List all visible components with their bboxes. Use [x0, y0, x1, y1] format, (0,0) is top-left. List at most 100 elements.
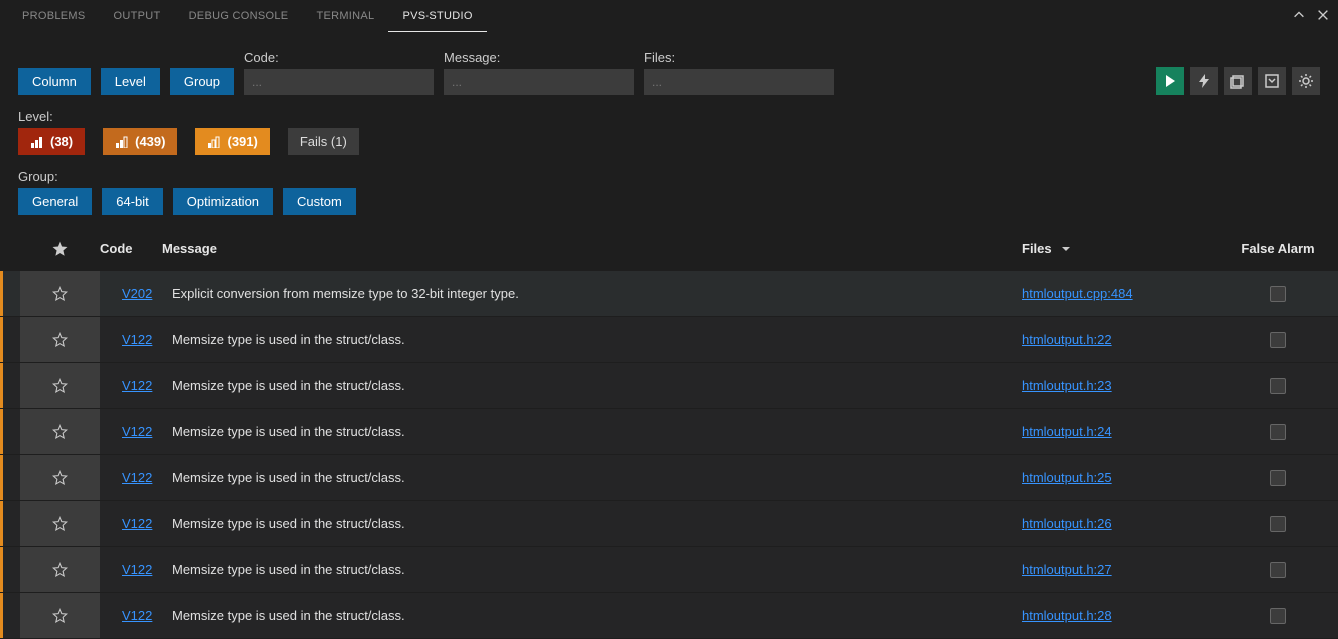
level-medium-count: (439) [135, 134, 165, 149]
file-link[interactable]: htmloutput.h:28 [1022, 608, 1112, 623]
favorite-toggle[interactable] [20, 317, 100, 362]
column-code[interactable]: Code [100, 241, 162, 256]
group-custom-button[interactable]: Custom [283, 188, 356, 215]
column-files-label: Files [1022, 241, 1052, 256]
save-icon[interactable] [1258, 67, 1286, 95]
level-button[interactable]: Level [101, 68, 160, 95]
close-icon[interactable] [1316, 8, 1330, 25]
star-outline-icon [51, 285, 69, 303]
filter-toolbar: Column Level Group Code: Message: Files: [0, 32, 1338, 95]
column-message[interactable]: Message [162, 241, 1022, 256]
message-text: Memsize type is used in the struct/class… [162, 516, 1022, 531]
tab-pvs-studio[interactable]: PVS-STUDIO [388, 0, 486, 32]
level-low-chip[interactable]: (391) [195, 128, 269, 155]
file-link[interactable]: htmloutput.h:27 [1022, 562, 1112, 577]
group-optimization-button[interactable]: Optimization [173, 188, 273, 215]
files-filter-input[interactable] [644, 69, 834, 95]
table-row[interactable]: V122 Memsize type is used in the struct/… [0, 317, 1338, 363]
file-link[interactable]: htmloutput.h:23 [1022, 378, 1112, 393]
code-link[interactable]: V122 [122, 470, 152, 485]
severity-stripe [0, 317, 3, 362]
message-text: Memsize type is used in the struct/class… [162, 562, 1022, 577]
group-section-label: Group: [18, 169, 1320, 184]
file-link[interactable]: htmloutput.h:25 [1022, 470, 1112, 485]
level-high-count: (38) [50, 134, 73, 149]
message-text: Memsize type is used in the struct/class… [162, 470, 1022, 485]
group-64bit-button[interactable]: 64-bit [102, 188, 163, 215]
column-button[interactable]: Column [18, 68, 91, 95]
star-filled-icon [51, 240, 69, 258]
column-false-alarm[interactable]: False Alarm [1218, 241, 1338, 256]
code-link[interactable]: V122 [122, 516, 152, 531]
false-alarm-checkbox[interactable] [1270, 286, 1286, 302]
table-row[interactable]: V122 Memsize type is used in the struct/… [0, 547, 1338, 593]
favorite-toggle[interactable] [20, 593, 100, 638]
message-filter-label: Message: [444, 50, 634, 65]
tab-debug-console[interactable]: DEBUG CONSOLE [175, 0, 303, 32]
file-link[interactable]: htmloutput.cpp:484 [1022, 286, 1133, 301]
code-link[interactable]: V122 [122, 332, 152, 347]
files-filter-label: Files: [644, 50, 834, 65]
file-link[interactable]: htmloutput.h:22 [1022, 332, 1112, 347]
code-link[interactable]: V122 [122, 378, 152, 393]
favorite-toggle[interactable] [20, 271, 100, 316]
table-row[interactable]: V202 Explicit conversion from memsize ty… [0, 271, 1338, 317]
false-alarm-checkbox[interactable] [1270, 378, 1286, 394]
message-text: Memsize type is used in the struct/class… [162, 608, 1022, 623]
false-alarm-checkbox[interactable] [1270, 470, 1286, 486]
false-alarm-checkbox[interactable] [1270, 332, 1286, 348]
favorite-toggle[interactable] [20, 547, 100, 592]
run-analysis-button[interactable] [1156, 67, 1184, 95]
message-text: Memsize type is used in the struct/class… [162, 332, 1022, 347]
false-alarm-checkbox[interactable] [1270, 562, 1286, 578]
results-table-body[interactable]: V202 Explicit conversion from memsize ty… [0, 271, 1338, 639]
star-outline-icon [51, 469, 69, 487]
code-link[interactable]: V122 [122, 424, 152, 439]
table-row[interactable]: V122 Memsize type is used in the struct/… [0, 593, 1338, 639]
level-fails-count: Fails (1) [300, 134, 347, 149]
star-outline-icon [51, 377, 69, 395]
table-row[interactable]: V122 Memsize type is used in the struct/… [0, 409, 1338, 455]
chevron-up-icon[interactable] [1292, 8, 1306, 25]
favorite-toggle[interactable] [20, 455, 100, 500]
code-link[interactable]: V122 [122, 562, 152, 577]
tab-output[interactable]: OUTPUT [100, 0, 175, 32]
severity-stripe [0, 547, 3, 592]
favorite-toggle[interactable] [20, 501, 100, 546]
severity-stripe [0, 501, 3, 546]
favorite-toggle[interactable] [20, 363, 100, 408]
file-link[interactable]: htmloutput.h:26 [1022, 516, 1112, 531]
favorite-toggle[interactable] [20, 409, 100, 454]
level-medium-chip[interactable]: (439) [103, 128, 177, 155]
bar-icon [115, 136, 129, 148]
sort-desc-icon [1060, 243, 1072, 255]
false-alarm-checkbox[interactable] [1270, 608, 1286, 624]
code-link[interactable]: V122 [122, 608, 152, 623]
severity-stripe [0, 593, 3, 638]
severity-stripe [0, 409, 3, 454]
tab-terminal[interactable]: TERMINAL [302, 0, 388, 32]
tab-problems[interactable]: PROBLEMS [8, 0, 100, 32]
message-filter-input[interactable] [444, 69, 634, 95]
level-high-chip[interactable]: (38) [18, 128, 85, 155]
level-fails-chip[interactable]: Fails (1) [288, 128, 359, 155]
column-files[interactable]: Files [1022, 241, 1218, 256]
table-row[interactable]: V122 Memsize type is used in the struct/… [0, 455, 1338, 501]
false-alarm-checkbox[interactable] [1270, 516, 1286, 532]
group-general-button[interactable]: General [18, 188, 92, 215]
panel-tabs: PROBLEMS OUTPUT DEBUG CONSOLE TERMINAL P… [0, 0, 1338, 32]
table-row[interactable]: V122 Memsize type is used in the struct/… [0, 501, 1338, 547]
settings-icon[interactable] [1292, 67, 1320, 95]
code-link[interactable]: V202 [122, 286, 152, 301]
message-text: Memsize type is used in the struct/class… [162, 378, 1022, 393]
false-alarm-checkbox[interactable] [1270, 424, 1286, 440]
code-filter-input[interactable] [244, 69, 434, 95]
lightning-icon[interactable] [1190, 67, 1218, 95]
open-file-icon[interactable] [1224, 67, 1252, 95]
severity-stripe [0, 363, 3, 408]
message-text: Memsize type is used in the struct/class… [162, 424, 1022, 439]
group-button[interactable]: Group [170, 68, 234, 95]
table-row[interactable]: V122 Memsize type is used in the struct/… [0, 363, 1338, 409]
file-link[interactable]: htmloutput.h:24 [1022, 424, 1112, 439]
column-star[interactable] [20, 240, 100, 258]
